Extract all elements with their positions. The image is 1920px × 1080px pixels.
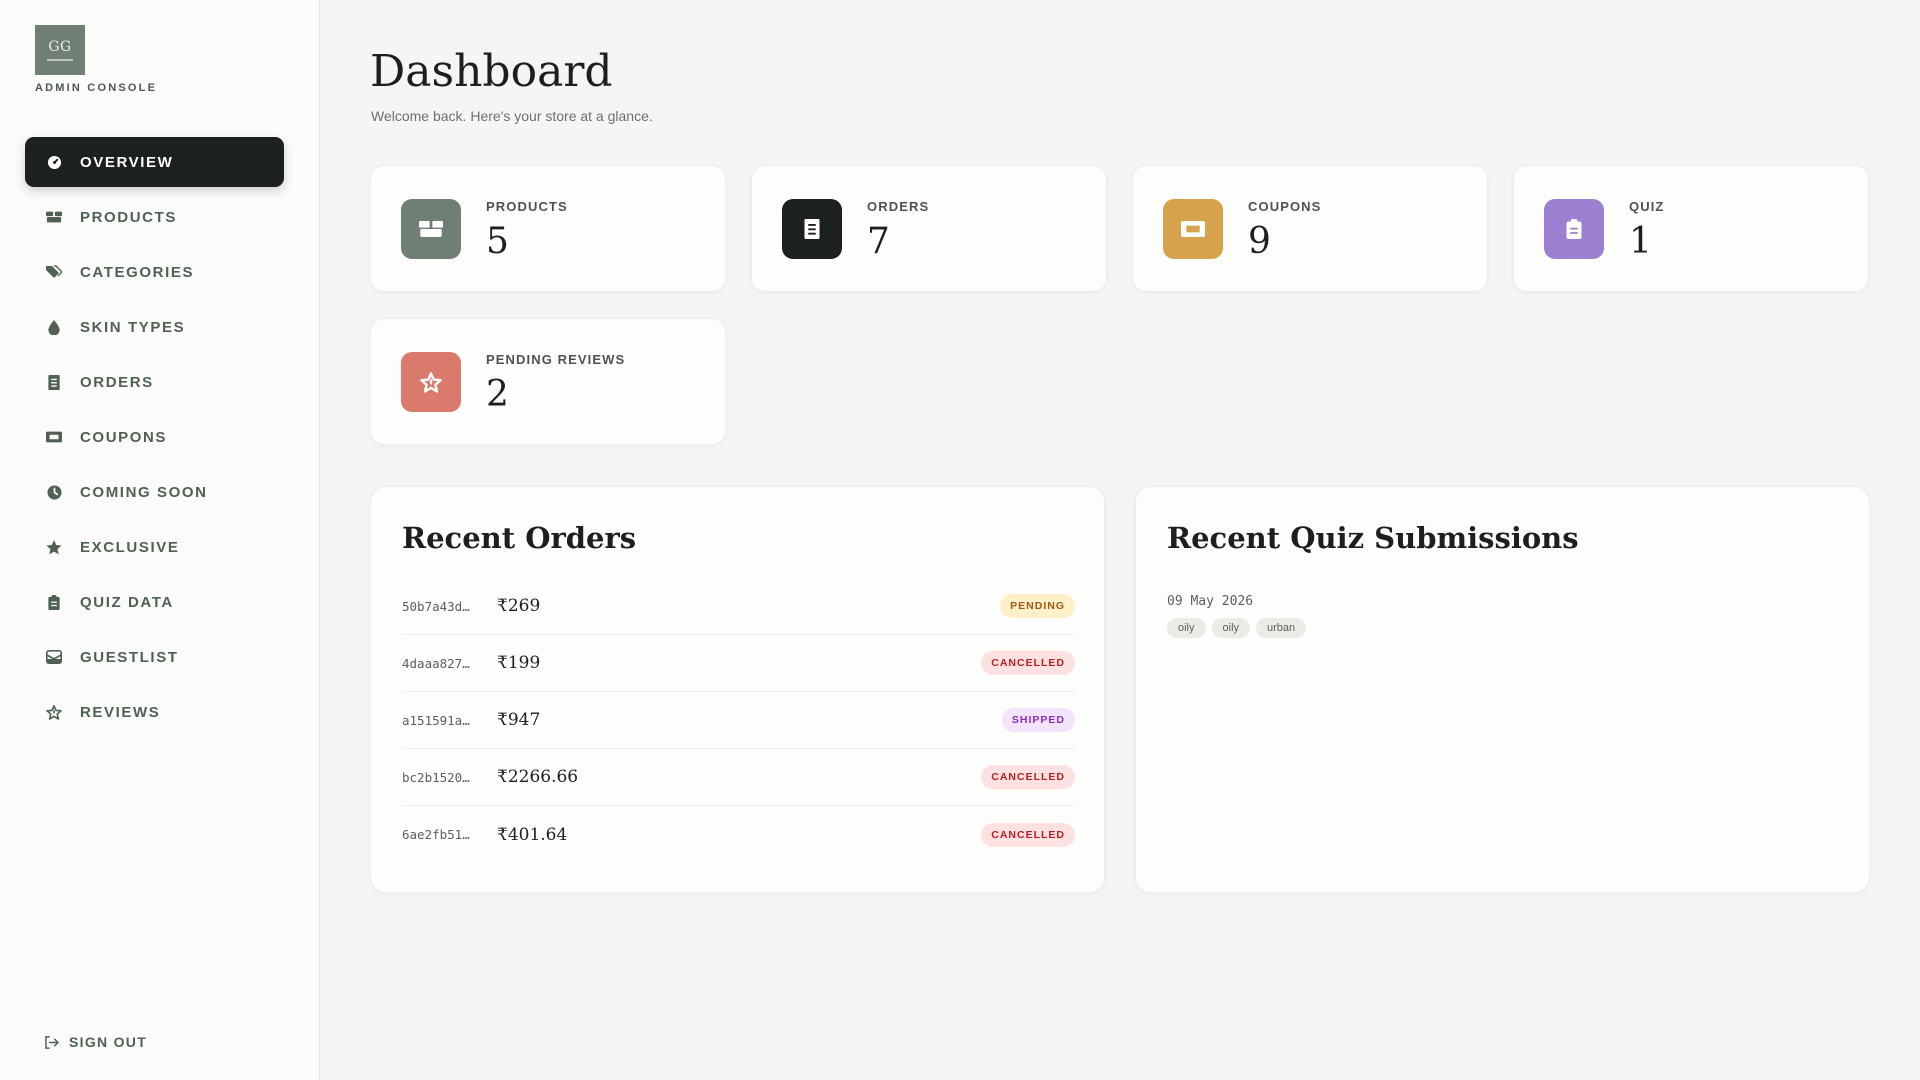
sidebar: GG ADMIN CONSOLE OVERVIEW PRODUCTS CATEG… bbox=[0, 0, 320, 1080]
clipboard-icon bbox=[46, 594, 62, 610]
sign-out-icon bbox=[44, 1035, 59, 1049]
page-title: Dashboard bbox=[370, 46, 613, 97]
stat-value: 5 bbox=[486, 221, 509, 262]
stat-card-coupons[interactable]: COUPONS 9 bbox=[1132, 165, 1488, 292]
sign-out-button[interactable]: SIGN OUT bbox=[44, 1034, 147, 1050]
order-id: 50b7a43d… bbox=[402, 598, 470, 614]
sidebar-item-products[interactable]: PRODUCTS bbox=[25, 192, 284, 242]
order-id: bc2b1520… bbox=[402, 769, 470, 785]
sidebar-item-label: COMING SOON bbox=[80, 483, 208, 501]
sidebar-item-exclusive[interactable]: EXCLUSIVE bbox=[25, 522, 284, 572]
status-badge: CANCELLED bbox=[981, 822, 1075, 847]
gauge-icon bbox=[46, 154, 62, 170]
envelope-icon bbox=[46, 649, 62, 665]
droplet-icon bbox=[46, 319, 62, 335]
sidebar-item-label: GUESTLIST bbox=[80, 648, 179, 666]
sidebar-item-reviews[interactable]: REVIEWS bbox=[25, 687, 284, 737]
receipt-icon bbox=[782, 199, 842, 259]
star-icon bbox=[46, 539, 62, 555]
order-id: 4daaa827… bbox=[402, 655, 470, 671]
brand-caption: ADMIN CONSOLE bbox=[35, 82, 158, 94]
sidebar-nav: OVERVIEW PRODUCTS CATEGORIES SKIN TYPES … bbox=[25, 137, 284, 742]
stat-label: QUIZ bbox=[1629, 199, 1665, 214]
sidebar-item-label: QUIZ DATA bbox=[80, 593, 174, 611]
recent-quiz-panel: Recent Quiz Submissions 09 May 2026 oily… bbox=[1135, 486, 1870, 893]
sidebar-item-coming-soon[interactable]: COMING SOON bbox=[25, 467, 284, 517]
stat-value: 2 bbox=[486, 374, 509, 415]
sidebar-item-label: COUPONS bbox=[80, 428, 168, 446]
status-badge: CANCELLED bbox=[981, 765, 1075, 789]
table-row[interactable]: bc2b1520… ₹2266.66 CANCELLED bbox=[402, 749, 1075, 806]
sign-out-label: SIGN OUT bbox=[69, 1034, 148, 1050]
sidebar-item-skin-types[interactable]: SKIN TYPES bbox=[25, 302, 284, 352]
stat-label: COUPONS bbox=[1248, 199, 1322, 214]
star-outline-icon bbox=[46, 704, 62, 720]
quiz-tags: oily oily urban bbox=[1167, 618, 1307, 638]
ticket-icon bbox=[1163, 199, 1223, 259]
sidebar-item-label: ORDERS bbox=[80, 373, 154, 391]
stat-label: PRODUCTS bbox=[486, 199, 568, 214]
page-subtitle: Welcome back. Here's your store at a gla… bbox=[371, 108, 653, 124]
sidebar-item-label: REVIEWS bbox=[80, 703, 161, 721]
sidebar-item-overview[interactable]: OVERVIEW bbox=[25, 137, 284, 187]
sidebar-item-orders[interactable]: ORDERS bbox=[25, 357, 284, 407]
order-amount: ₹269 bbox=[497, 596, 541, 616]
sidebar-item-label: EXCLUSIVE bbox=[80, 538, 180, 556]
stat-label: PENDING REVIEWS bbox=[486, 352, 626, 367]
logo-underline bbox=[47, 58, 73, 61]
order-amount: ₹2266.66 bbox=[497, 767, 579, 787]
table-row[interactable]: 50b7a43d… ₹269 PENDING bbox=[402, 578, 1075, 635]
order-amount: ₹947 bbox=[497, 710, 541, 730]
stat-label: ORDERS bbox=[867, 199, 930, 214]
table-row[interactable]: 6ae2fb51… ₹401.64 CANCELLED bbox=[402, 806, 1075, 863]
stat-value: 1 bbox=[1629, 221, 1652, 262]
sidebar-item-coupons[interactable]: COUPONS bbox=[25, 412, 284, 462]
sidebar-item-categories[interactable]: CATEGORIES bbox=[25, 247, 284, 297]
clipboard-icon bbox=[1544, 199, 1604, 259]
boxes-icon bbox=[46, 209, 62, 225]
status-badge: PENDING bbox=[1000, 594, 1075, 618]
stat-card-orders[interactable]: ORDERS 7 bbox=[751, 165, 1107, 292]
status-badge: CANCELLED bbox=[981, 651, 1075, 675]
order-id: 6ae2fb51… bbox=[402, 827, 470, 842]
order-id: a151591a… bbox=[402, 712, 470, 728]
sidebar-item-guestlist[interactable]: GUESTLIST bbox=[25, 632, 284, 682]
table-row[interactable]: a151591a… ₹947 SHIPPED bbox=[402, 692, 1075, 749]
star-icon bbox=[401, 352, 461, 412]
order-amount: ₹401.64 bbox=[497, 824, 568, 845]
order-list: 50b7a43d… ₹269 PENDING 4daaa827… ₹199 CA… bbox=[402, 578, 1075, 863]
order-amount: ₹199 bbox=[497, 653, 541, 673]
brand-monogram: GG bbox=[48, 38, 72, 55]
sidebar-item-quiz-data[interactable]: QUIZ DATA bbox=[25, 577, 284, 627]
sidebar-item-label: PRODUCTS bbox=[80, 208, 177, 226]
brand-logo[interactable]: GG bbox=[35, 25, 85, 75]
stat-value: 9 bbox=[1248, 221, 1271, 262]
table-row[interactable]: 4daaa827… ₹199 CANCELLED bbox=[402, 635, 1075, 692]
panel-title: Recent Orders bbox=[402, 521, 637, 555]
recent-orders-panel: Recent Orders 50b7a43d… ₹269 PENDING 4da… bbox=[370, 486, 1105, 893]
stat-card-pending-reviews[interactable]: PENDING REVIEWS 2 bbox=[370, 318, 726, 445]
stat-card-quiz[interactable]: QUIZ 1 bbox=[1513, 165, 1869, 292]
stat-value: 7 bbox=[867, 221, 890, 262]
boxes-icon bbox=[401, 199, 461, 259]
receipt-icon bbox=[46, 374, 62, 390]
quiz-tag: urban bbox=[1256, 618, 1307, 638]
clock-icon bbox=[46, 484, 62, 500]
quiz-submission-date: 09 May 2026 bbox=[1167, 594, 1254, 609]
sidebar-item-label: OVERVIEW bbox=[80, 153, 174, 171]
quiz-tag: oily bbox=[1167, 618, 1206, 638]
sidebar-item-label: SKIN TYPES bbox=[80, 318, 186, 336]
sidebar-item-label: CATEGORIES bbox=[80, 263, 195, 281]
status-badge: SHIPPED bbox=[1001, 708, 1075, 732]
quiz-tag: oily bbox=[1211, 618, 1251, 638]
panel-title: Recent Quiz Submissions bbox=[1167, 521, 1579, 555]
stat-card-products[interactable]: PRODUCTS 5 bbox=[370, 165, 726, 292]
ticket-icon bbox=[46, 429, 62, 445]
tags-icon bbox=[46, 264, 62, 280]
